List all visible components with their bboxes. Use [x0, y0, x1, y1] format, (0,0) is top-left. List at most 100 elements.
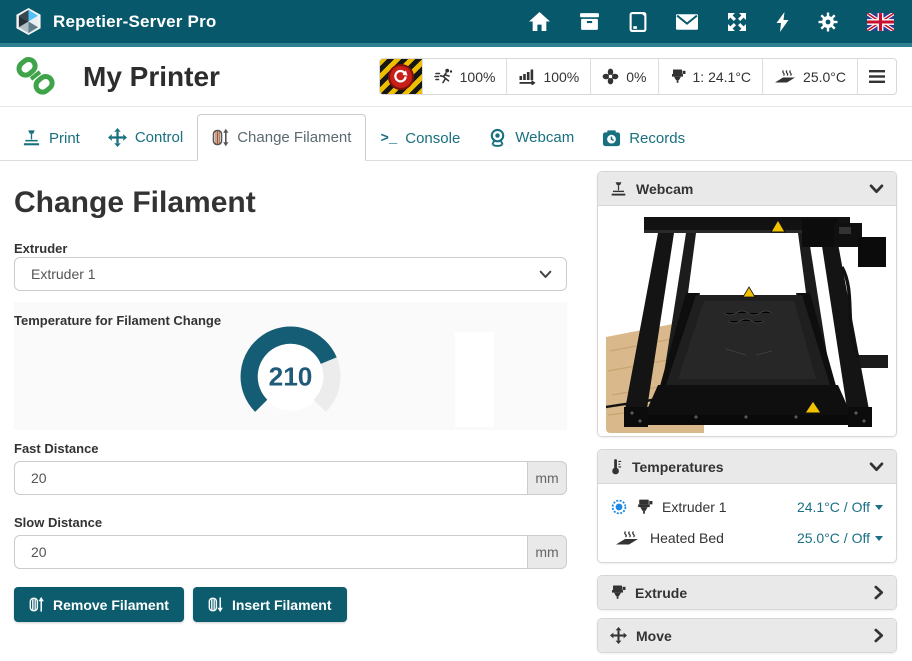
temperatures-panel-header[interactable]: Temperatures [598, 450, 896, 483]
chevron-down-icon[interactable] [869, 184, 884, 194]
tab-records[interactable]: Records [588, 117, 699, 160]
status-badge-bar: 100% 100% [379, 58, 897, 95]
connected-link-icon [15, 57, 57, 97]
repetier-logo-icon [14, 7, 43, 36]
slow-distance-input[interactable] [14, 535, 527, 569]
printer-title: My Printer [83, 61, 220, 93]
bed-row-name: Heated Bed [650, 530, 724, 546]
printer-header: My Printer 100% [0, 47, 912, 107]
temperature-gauge[interactable]: 210 [240, 326, 341, 427]
bed-temp-text: 25.0°C / Off [797, 530, 870, 546]
tab-console[interactable]: >_ Console [366, 117, 474, 160]
fan-badge[interactable]: 0% [590, 59, 657, 94]
chevron-down-icon [539, 270, 552, 279]
page-title: Change Filament [14, 186, 256, 220]
insert-filament-label: Insert Filament [232, 597, 332, 613]
speed-runner-icon [434, 68, 453, 85]
move-cross-icon [610, 627, 627, 644]
move-panel-header[interactable]: Move [598, 619, 896, 652]
tab-webcam[interactable]: Webcam [474, 115, 588, 160]
temperature-label: Temperature for Filament Change [14, 313, 221, 328]
speed-value: 100% [460, 69, 496, 85]
webcam-panel-icon [610, 181, 627, 197]
caret-down-icon [875, 505, 883, 510]
extruder-label: Extruder [14, 241, 67, 256]
heated-bed-icon [774, 68, 796, 85]
slow-distance-label: Slow Distance [14, 515, 102, 530]
tab-change-filament-label: Change Filament [237, 129, 351, 146]
tab-console-label: Console [405, 130, 460, 147]
temperatures-body: Extruder 1 24.1°C / Off [598, 483, 896, 562]
extruder-temp-text: 24.1°C / Off [797, 499, 870, 515]
extruder-nozzle-icon [636, 498, 653, 516]
fast-distance-input[interactable] [14, 461, 527, 495]
move-panel: Move [597, 618, 897, 653]
chevron-right-icon[interactable] [874, 628, 884, 643]
printer-tabs: Print Control Change Filament >_ Console [0, 107, 912, 161]
filament-up-icon [29, 596, 44, 613]
move-panel-title: Move [636, 628, 672, 644]
hamburger-icon [869, 70, 885, 83]
tab-control[interactable]: Control [94, 115, 197, 160]
emergency-stop-button[interactable] [380, 59, 422, 94]
power-bolt-icon[interactable] [776, 12, 789, 32]
fast-distance-unit: mm [527, 461, 567, 495]
extruder-select[interactable]: Extruder 1 [14, 257, 567, 291]
printers-box-icon[interactable] [579, 12, 600, 31]
insert-filament-button[interactable]: Insert Filament [193, 587, 347, 622]
tab-print-label: Print [49, 130, 80, 147]
move-cross-icon [108, 128, 127, 147]
gcodes-book-icon[interactable] [629, 12, 647, 32]
extrude-panel-header[interactable]: Extrude [598, 576, 896, 609]
extrude-panel: Extrude [597, 575, 897, 610]
chevron-right-icon[interactable] [874, 585, 884, 600]
change-filament-panel: Change Filament Extruder Extruder 1 Temp… [14, 161, 567, 661]
slow-distance-unit: mm [527, 535, 567, 569]
temperatures-panel: Temperatures Extr [597, 449, 897, 563]
records-camera-icon [602, 130, 621, 147]
tab-change-filament[interactable]: Change Filament [197, 114, 366, 161]
bed-temp-dropdown[interactable]: 25.0°C / Off [797, 530, 883, 546]
connections-expand-icon[interactable] [727, 12, 747, 32]
printer-menu-button[interactable] [857, 59, 896, 94]
filament-icon [212, 128, 229, 147]
tab-print[interactable]: Print [8, 116, 94, 160]
messages-mail-icon[interactable] [676, 14, 698, 30]
flow-badge[interactable]: 100% [506, 59, 590, 94]
repetier-server-window: Repetier-Server Pro [0, 0, 912, 661]
flow-bars-icon [518, 68, 536, 85]
brand-name: Repetier-Server Pro [53, 12, 216, 32]
brand[interactable]: Repetier-Server Pro [14, 7, 216, 36]
fast-distance-label: Fast Distance [14, 441, 99, 456]
fast-distance-group: mm [14, 461, 567, 495]
fan-value: 0% [626, 69, 646, 85]
extruder-nozzle-icon [670, 68, 686, 85]
tab-records-label: Records [629, 130, 685, 147]
navbar-icons [529, 12, 898, 32]
temperature-section: Temperature for Filament Change 210 [14, 302, 567, 430]
bed-temp-row: Heated Bed 25.0°C / Off [598, 522, 896, 553]
print-icon [22, 129, 41, 147]
extruder-select-value: Extruder 1 [31, 266, 96, 282]
chevron-down-icon[interactable] [869, 462, 884, 472]
caret-down-icon [875, 536, 883, 541]
speed-badge[interactable]: 100% [422, 59, 507, 94]
webcam-panel-header[interactable]: Webcam [598, 172, 896, 205]
radio-selected-icon[interactable] [611, 499, 627, 515]
extruder-temp-dropdown[interactable]: 24.1°C / Off [797, 499, 883, 515]
settings-gear-icon[interactable] [818, 12, 838, 32]
webcam-panel: Webcam [597, 171, 897, 437]
temperatures-panel-title: Temperatures [632, 459, 724, 475]
webcam-view [598, 205, 896, 436]
bed-temp-badge[interactable]: 25.0°C [762, 59, 857, 94]
extruder-temp-badge[interactable]: 1: 24.1°C [658, 59, 763, 94]
remove-filament-button[interactable]: Remove Filament [14, 587, 184, 622]
language-flag-uk-icon[interactable] [867, 13, 894, 31]
temperature-slider[interactable] [455, 332, 494, 427]
fan-icon [602, 68, 619, 85]
flow-value: 100% [543, 69, 579, 85]
console-icon: >_ [380, 131, 397, 147]
tab-control-label: Control [135, 129, 183, 146]
filament-down-icon [208, 596, 223, 613]
home-icon[interactable] [529, 12, 550, 31]
